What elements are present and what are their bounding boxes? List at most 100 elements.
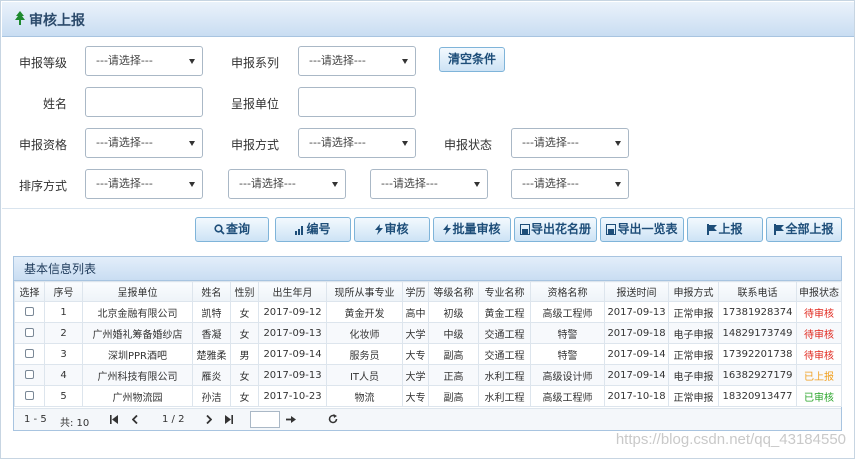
cell-birth: 2017-09-13: [258, 322, 327, 344]
sort-select-4[interactable]: ---请选择---: [511, 169, 629, 199]
query-button[interactable]: 查询: [195, 217, 269, 242]
refresh-icon[interactable]: [328, 414, 338, 424]
table-body: 1 北京金融有限公司 凯特女 2017-09-12 黄金开发 高中 初级 黄金工程 高级工程师 2…: [14, 301, 842, 407]
cell-edu: 大学: [402, 364, 429, 386]
page-input[interactable]: [250, 411, 280, 428]
report-all-button[interactable]: 全部上报: [766, 217, 842, 242]
page-indicator: 1 / 2: [162, 414, 185, 425]
divider: [2, 208, 854, 209]
export-icon: [519, 224, 530, 235]
pager: 1 - 5 共: 10 1 / 2: [14, 408, 841, 430]
cell-spec: 交通工程: [478, 322, 531, 344]
column-header: 现所从事专业: [326, 281, 403, 302]
cell-unit: 广州科技有限公司: [82, 364, 193, 386]
sort-select-2[interactable]: ---请选择---: [228, 169, 346, 199]
column-header: 性别: [230, 281, 259, 302]
cell-spec: 交通工程: [478, 343, 531, 365]
series-label: 申报系列: [230, 56, 279, 70]
table-row[interactable]: 1 北京金融有限公司 凯特女 2017-09-12 黄金开发 高中 初级 黄金工程 高级工程师 2…: [14, 301, 842, 323]
sort-select-1[interactable]: ---请选择---: [85, 169, 203, 199]
page-title: 审核上报: [29, 13, 85, 29]
number-button[interactable]: 编号: [275, 217, 351, 242]
clear-filters-button[interactable]: 清空条件: [439, 47, 505, 72]
cell-qual: 特警: [530, 343, 605, 365]
status-select[interactable]: ---请选择---: [511, 128, 629, 158]
cell-birth: 2017-09-12: [258, 301, 327, 323]
panel-header: 审核上报: [2, 2, 854, 37]
cell-sex: 女: [230, 301, 259, 323]
unit-label: 呈报单位: [230, 97, 279, 111]
cell-name: 凯特: [192, 301, 231, 323]
series-select[interactable]: ---请选择---: [298, 46, 416, 76]
lightning-icon: [443, 224, 452, 235]
method-select[interactable]: ---请选择---: [298, 128, 416, 158]
cell-method: 正常申报: [668, 385, 719, 407]
total-count: 共: 10: [60, 418, 90, 429]
cell-unit: 深圳PPR酒吧: [82, 343, 193, 365]
table-row[interactable]: 3 深圳PPR酒吧 楚雅柔男 2017-09-14 服务员 大专 副高 交通工程 特警 2017-…: [14, 343, 842, 365]
audit-report-panel: 审核上报 申报等级 ---请选择--- 申报系列 ---请选择--- 清空条件 …: [0, 0, 855, 459]
table-row[interactable]: 4 广州科技有限公司 雁炎女 2017-09-13 IT人员 大学 正高 水利工程 高级设计师 2…: [14, 364, 842, 386]
first-page-icon[interactable]: [110, 415, 118, 424]
data-grid: 基本信息列表 选择 序号 呈报单位 姓名 性别 出生年月 现所从事专业 学历 等级名称 专业名称资…: [13, 256, 842, 431]
chevron-down-icon: [615, 141, 621, 146]
qualification-label: 申报资格: [18, 138, 67, 152]
row-select-cell: [14, 301, 45, 323]
column-header: 姓名: [192, 281, 231, 302]
bar-chart-icon: [295, 226, 304, 235]
cell-name: 香凝: [192, 322, 231, 344]
cell-spec: 水利工程: [478, 385, 531, 407]
sort-label: 排序方式: [18, 179, 67, 193]
batch-audit-button[interactable]: 批量审核: [433, 217, 511, 242]
cell-spec: 黄金工程: [478, 301, 531, 323]
watermark: https://blog.csdn.net/qq_43184550: [615, 431, 846, 448]
cell-method: 正常申报: [668, 301, 719, 323]
cell-unit: 广州物流园: [82, 385, 193, 407]
row-checkbox[interactable]: [25, 307, 34, 316]
row-checkbox[interactable]: [25, 391, 34, 400]
prev-page-icon[interactable]: [132, 415, 138, 424]
chevron-down-icon: [189, 59, 195, 64]
report-button[interactable]: 上报: [687, 217, 763, 242]
export-roster-button[interactable]: 导出花名册: [514, 217, 597, 242]
table-row[interactable]: 5 广州物流园 孙洁女 2017-10-23 物流 大专 副高 水利工程 高级工程师 2017-1…: [14, 385, 842, 407]
method-label: 申报方式: [230, 138, 279, 152]
row-checkbox[interactable]: [25, 370, 34, 379]
table-row[interactable]: 2 广州婚礼筹备婚纱店 香凝女 2017-09-13 化妆师 大学 中级 交通工程 特警 2017…: [14, 322, 842, 344]
cell-no: 3: [44, 343, 83, 365]
sort-select-3[interactable]: ---请选择---: [370, 169, 488, 199]
next-page-icon[interactable]: [206, 415, 212, 424]
chevron-down-icon: [474, 182, 480, 187]
qualification-select[interactable]: ---请选择---: [85, 128, 203, 158]
cell-edu: 大学: [402, 322, 429, 344]
name-input[interactable]: [85, 87, 203, 117]
cell-no: 4: [44, 364, 83, 386]
audit-button[interactable]: 审核: [354, 217, 430, 242]
export-list-button[interactable]: 导出一览表: [600, 217, 684, 242]
row-checkbox[interactable]: [25, 349, 34, 358]
cell-phone: 14829173749: [718, 322, 797, 344]
cell-status: 待审核: [796, 322, 842, 344]
cell-edu: 大专: [402, 385, 429, 407]
column-header: 序号: [44, 281, 83, 302]
cell-time: 2017-09-14: [604, 343, 669, 365]
go-arrow-icon[interactable]: [286, 415, 296, 424]
level-select[interactable]: ---请选择---: [85, 46, 203, 76]
chevron-down-icon: [189, 182, 195, 187]
cell-qual: 高级工程师: [530, 385, 605, 407]
last-page-icon[interactable]: [225, 415, 233, 424]
cell-level: 初级: [428, 301, 479, 323]
row-checkbox[interactable]: [25, 328, 34, 337]
cell-edu: 高中: [402, 301, 429, 323]
row-select-cell: [14, 343, 45, 365]
page-range: 1 - 5: [24, 414, 47, 425]
cell-phone: 18320913477: [718, 385, 797, 407]
cell-qual: 高级工程师: [530, 301, 605, 323]
cell-time: 2017-09-18: [604, 322, 669, 344]
cell-level: 正高: [428, 364, 479, 386]
cell-phone: 17381928374: [718, 301, 797, 323]
cell-major: IT人员: [326, 364, 403, 386]
column-header: 选择: [14, 281, 45, 302]
unit-input[interactable]: [298, 87, 416, 117]
column-header: 等级名称: [428, 281, 479, 302]
